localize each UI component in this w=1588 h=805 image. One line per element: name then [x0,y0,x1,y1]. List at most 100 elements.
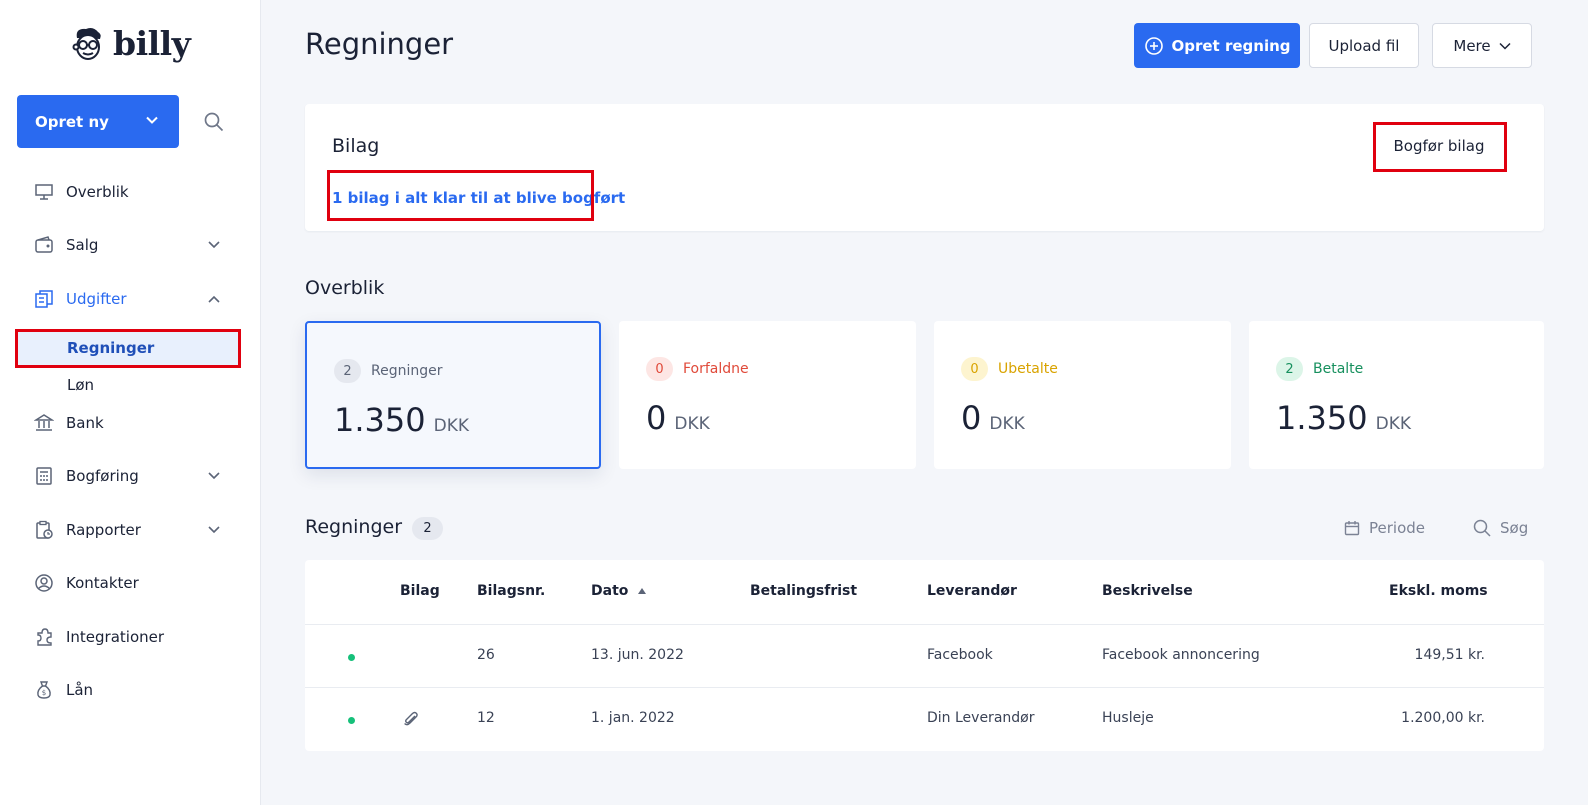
stat-currency: DKK [1375,414,1411,434]
stat-currency: DKK [433,416,469,436]
cell-beskrivelse: Husleje [1102,710,1154,726]
search-icon [1473,519,1491,537]
billy-face-icon [72,28,101,60]
svg-text:$: $ [42,689,46,697]
cell-bilagsnr: 12 [477,710,495,726]
sidebar-item-lan[interactable]: $ Lån [34,677,93,703]
more-button[interactable]: Mere [1432,23,1532,68]
brand-name: billy [113,24,191,63]
sidebar-item-label: Integrationer [66,628,165,646]
bills-search[interactable]: Søg [1473,519,1528,537]
create-bill-button[interactable]: Opret regning [1134,23,1300,68]
plus-circle-icon [1144,36,1163,55]
sidebar-item-label: Bogføring [66,467,139,485]
sidebar-item-bogforing[interactable]: Bogføring [34,463,139,489]
cell-ekskl-moms: 149,51 kr. [1414,647,1485,663]
sidebar-item-integrationer[interactable]: Integrationer [34,624,164,650]
report-icon [34,520,54,540]
stat-card-regninger[interactable]: 2 Regninger 1.350 DKK [305,321,601,469]
sidebar-item-label: Bank [66,414,104,432]
sidebar-subitem-lon[interactable]: Løn [17,367,239,403]
stat-label: Regninger [371,363,443,379]
status-dot [348,717,355,724]
sidebar-subitem-regninger[interactable]: Regninger [17,330,239,366]
stat-card-ubetalte[interactable]: 0 Ubetalte 0 DKK [934,321,1231,469]
column-header-betalingsfrist[interactable]: Betalingsfrist [750,583,857,599]
stat-amount: 1.350 [334,401,426,439]
stat-label: Ubetalte [998,361,1058,377]
stat-amount: 0 [961,399,982,437]
sidebar-item-udgifter[interactable]: Udgifter [34,286,126,312]
cell-leverandor: Facebook [927,647,993,663]
column-header-beskrivelse[interactable]: Beskrivelse [1102,583,1193,599]
table-row[interactable]: 26 13. jun. 2022 Facebook Facebook annon… [305,624,1544,687]
calculator-icon [34,466,54,486]
create-new-button[interactable]: Opret ny [17,95,179,148]
money-bag-icon: $ [34,680,54,700]
sidebar-item-overblik[interactable]: Overblik [34,179,129,205]
calendar-icon [1344,521,1360,536]
sidebar-item-label: Regninger [67,339,155,357]
bills-table: Bilag Bilagsnr. Dato Betalingsfrist Leve… [305,560,1544,751]
sidebar-item-kontakter[interactable]: Kontakter [34,570,139,596]
stat-amount: 0 [646,399,667,437]
table-row[interactable]: 12 1. jan. 2022 Din Leverandør Husleje 1… [305,687,1544,750]
post-vouchers-button[interactable]: Bogfør bilag [1375,123,1503,169]
bills-count-badge: 2 [412,517,443,540]
cell-bilagsnr: 26 [477,647,495,663]
sidebar-item-rapporter[interactable]: Rapporter [34,517,141,543]
user-circle-icon [34,573,54,593]
column-header-leverandor[interactable]: Leverandør [927,583,1017,599]
count-badge: 2 [1276,357,1303,381]
chevron-down-icon[interactable] [207,525,221,535]
cell-dato: 1. jan. 2022 [591,710,675,726]
chevron-down-icon [1499,42,1511,50]
column-header-bilagsnr[interactable]: Bilagsnr. [477,583,545,599]
page-title: Regninger [305,27,454,61]
status-dot [348,654,355,661]
sidebar-item-label: Løn [67,376,95,394]
search-icon[interactable] [204,112,224,132]
stat-card-betalte[interactable]: 2 Betalte 1.350 DKK [1249,321,1544,469]
presentation-icon [34,182,54,202]
sidebar-item-label: Salg [66,236,99,254]
puzzle-icon [34,627,54,647]
bills-title: Regninger [305,516,403,538]
cell-dato: 13. jun. 2022 [591,647,684,663]
count-badge: 2 [334,359,361,383]
column-header-ekskl-moms[interactable]: Ekskl. moms [1389,583,1488,599]
chevron-down-icon [146,116,158,124]
sidebar-item-label: Kontakter [66,574,139,592]
search-label: Søg [1500,519,1529,537]
create-bill-label: Opret regning [1171,36,1291,55]
sidebar-item-label: Rapporter [66,521,141,539]
bilag-ready-link[interactable]: 1 bilag i alt klar til at blive bogført [332,189,625,207]
column-header-bilag[interactable]: Bilag [400,583,440,599]
count-badge: 0 [646,357,673,381]
stat-currency: DKK [674,414,710,434]
sidebar-item-bank[interactable]: Bank [34,410,104,436]
create-new-label: Opret ny [35,112,109,131]
bilag-title: Bilag [332,135,380,157]
period-filter[interactable]: Periode [1344,519,1425,537]
chevron-down-icon[interactable] [207,240,221,250]
stat-card-forfaldne[interactable]: 0 Forfaldne 0 DKK [619,321,916,469]
sidebar-item-salg[interactable]: Salg [34,232,98,258]
wallet-icon [34,235,54,255]
chevron-down-icon[interactable] [207,471,221,481]
sidebar-item-label: Overblik [66,183,129,201]
billy-logo[interactable]: billy [71,24,191,64]
paperclip-icon[interactable] [402,710,420,728]
sidebar: billy Opret ny Overblik Salg Udgifter Re… [0,0,261,805]
upload-file-button[interactable]: Upload fil [1309,23,1419,68]
sidebar-item-label: Lån [66,681,94,699]
column-header-dato[interactable]: Dato [591,583,647,599]
cell-leverandor: Din Leverandør [927,710,1035,726]
bilag-card: Bilag 1 bilag i alt klar til at blive bo… [305,104,1544,231]
more-label: Mere [1453,36,1491,55]
stat-label: Forfaldne [683,361,749,377]
upload-file-label: Upload fil [1328,36,1400,55]
count-badge: 0 [961,357,988,381]
chevron-up-icon[interactable] [207,294,221,304]
stat-currency: DKK [989,414,1025,434]
